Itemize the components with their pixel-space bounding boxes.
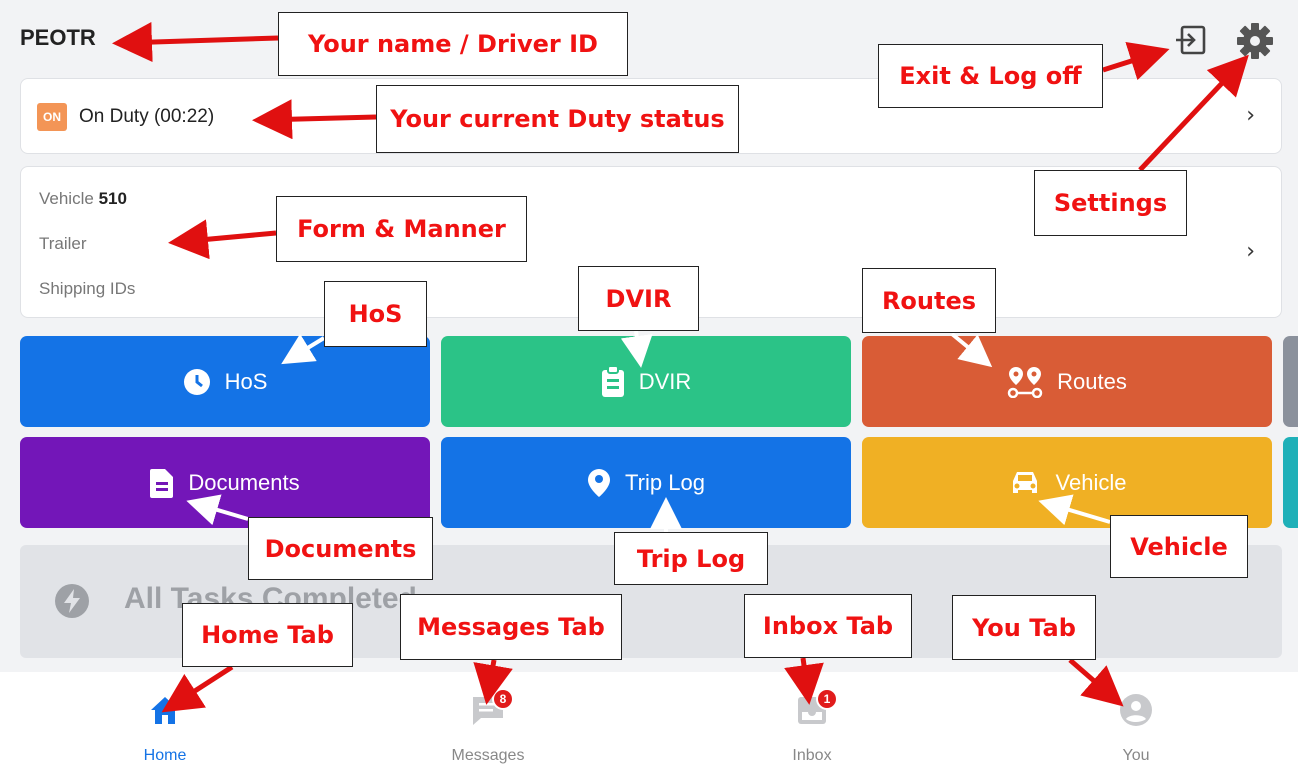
- tab-inbox[interactable]: 1 Inbox: [742, 672, 882, 769]
- trip-log-label: Trip Log: [625, 469, 705, 495]
- annotation-home-tab: Home Tab: [182, 603, 353, 667]
- trip-log-button[interactable]: Trip Log: [441, 437, 851, 528]
- clipboard-icon: [601, 365, 624, 397]
- annotation-settings: Settings: [1034, 170, 1187, 236]
- vehicle-row: Vehicle 510: [39, 189, 127, 209]
- tab-you[interactable]: You: [1066, 672, 1206, 769]
- trailer-label: Trailer: [39, 234, 87, 253]
- location-pin-icon: [588, 468, 611, 497]
- bottom-tab-bar: Home 8 Messages 1 Inbox You: [0, 672, 1298, 769]
- shipping-ids-label: Shipping IDs: [39, 279, 136, 298]
- annotation-dvir: DVIR: [578, 266, 699, 331]
- annotation-routes: Routes: [862, 268, 996, 333]
- documents-button[interactable]: Documents: [20, 437, 430, 528]
- routes-button[interactable]: Routes: [862, 336, 1272, 427]
- annotation-form: Form & Manner: [276, 196, 527, 262]
- vehicle-label: Vehicle: [1055, 469, 1127, 495]
- tab-inbox-label: Inbox: [792, 747, 832, 764]
- annotation-hos: HoS: [324, 281, 427, 347]
- chevron-right-icon: ›: [1246, 239, 1255, 264]
- duty-status-text: On Duty (00:22): [79, 106, 215, 127]
- tab-home-label: Home: [143, 747, 187, 764]
- dvir-label: DVIR: [638, 368, 692, 394]
- messages-badge: 8: [492, 688, 514, 710]
- gear-icon[interactable]: [1236, 22, 1274, 60]
- annotation-exit: Exit & Log off: [878, 44, 1103, 108]
- tab-messages-label: Messages: [451, 747, 525, 764]
- bolt-icon: [55, 584, 89, 618]
- clock-icon: [183, 368, 210, 395]
- user-icon: [1120, 694, 1152, 726]
- document-icon: [150, 468, 174, 498]
- annotation-name: Your name / Driver ID: [278, 12, 628, 76]
- route-icon: [1007, 366, 1043, 398]
- car-icon: [1012, 471, 1037, 493]
- routes-label: Routes: [1057, 368, 1127, 394]
- vehicle-label: Vehicle: [39, 189, 94, 208]
- annotation-you-tab: You Tab: [952, 595, 1096, 660]
- annotation-trip-log: Trip Log: [614, 532, 768, 585]
- annotation-inbox-tab: Inbox Tab: [744, 594, 912, 658]
- home-icon: [151, 697, 179, 724]
- driver-name: PEOTR: [20, 25, 96, 50]
- extra-tile[interactable]: [1283, 336, 1298, 427]
- tab-home[interactable]: Home: [95, 672, 235, 769]
- chevron-right-icon: ›: [1246, 103, 1255, 128]
- duty-badge: ON: [37, 103, 67, 131]
- tab-messages[interactable]: 8 Messages: [418, 672, 558, 769]
- dvir-button[interactable]: DVIR: [441, 336, 851, 427]
- documents-label: Documents: [188, 469, 300, 495]
- annotation-documents: Documents: [248, 517, 433, 580]
- tab-you-label: You: [1122, 747, 1150, 764]
- hos-label: HoS: [224, 368, 268, 394]
- annotation-vehicle: Vehicle: [1110, 515, 1248, 578]
- extra-tile[interactable]: [1283, 437, 1298, 528]
- annotation-messages-tab: Messages Tab: [400, 594, 622, 660]
- exit-icon[interactable]: [1174, 23, 1208, 57]
- inbox-badge: 1: [816, 688, 838, 710]
- vehicle-number: 510: [98, 189, 127, 208]
- hos-button[interactable]: HoS: [20, 336, 430, 427]
- annotation-duty: Your current Duty status: [376, 85, 739, 153]
